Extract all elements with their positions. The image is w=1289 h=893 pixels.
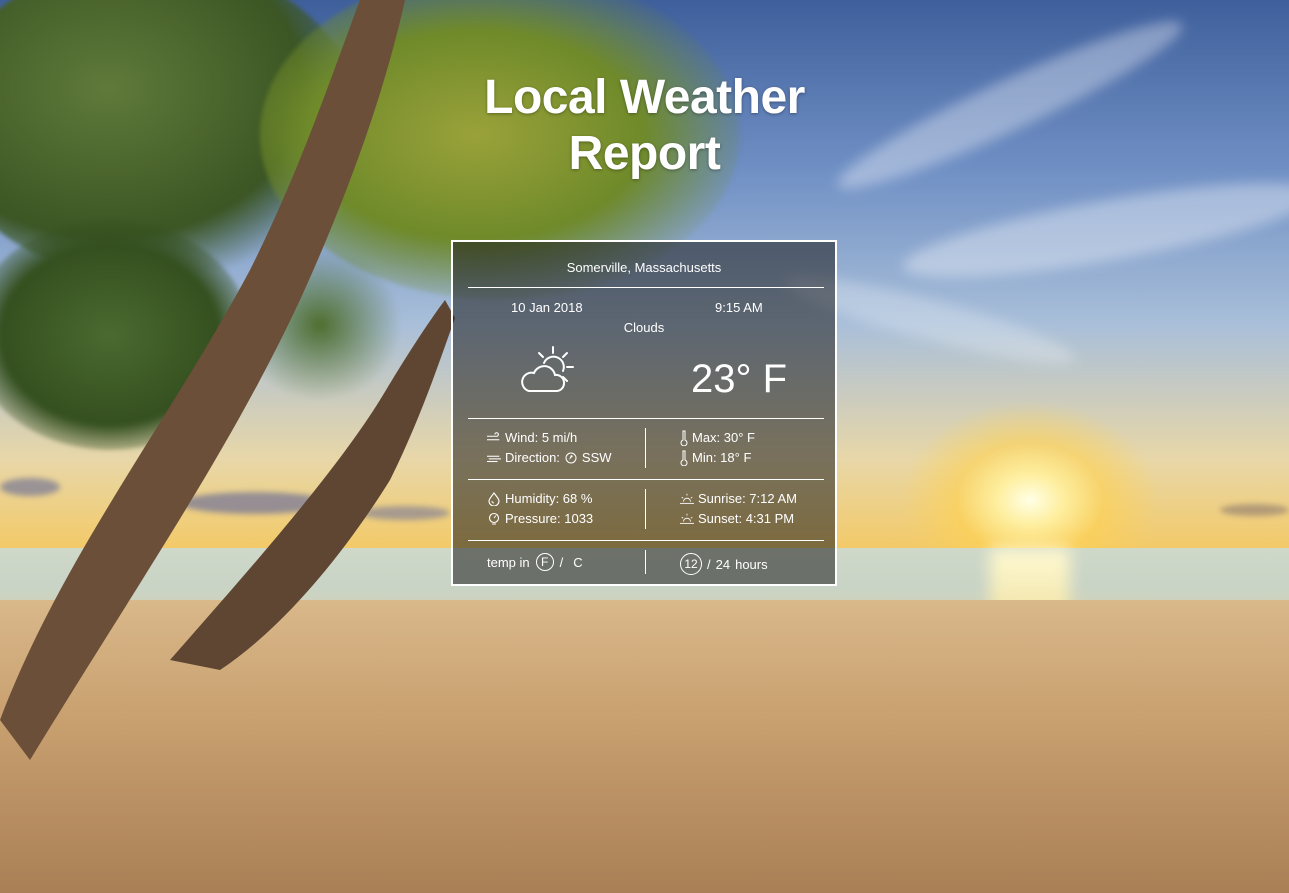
time: 9:15 AM <box>715 300 763 315</box>
pressure-row: Pressure: 1033 <box>487 511 593 526</box>
hour-format-label: hours <box>735 556 768 572</box>
temp-unit-toggle: temp in F / C <box>487 553 583 571</box>
hour-format-toggle: 12 / 24 hours <box>680 553 768 575</box>
hour-format-separator: / <box>707 556 711 572</box>
wind-row: Wind: 5 mi/h <box>487 430 577 445</box>
pressure: Pressure: 1033 <box>505 511 594 526</box>
thermometer-icon <box>680 430 688 446</box>
celsius-button[interactable]: C <box>573 555 582 570</box>
wind-direction-icon <box>487 451 501 465</box>
min-temp: Min: 18° F <box>692 450 752 465</box>
sunrise-icon <box>680 492 694 506</box>
humidity: Humidity: 68 % <box>505 491 593 506</box>
sunrise-row: Sunrise: 7:12 AM <box>680 491 797 506</box>
humidity-icon <box>487 491 501 506</box>
weather-condition: Clouds <box>623 320 665 335</box>
page-title-line1: Local Weather <box>484 71 805 124</box>
wind-icon <box>487 431 501 445</box>
thermometer-icon <box>680 450 688 466</box>
divider <box>468 418 824 419</box>
weather-card: Somerville, Massachusetts 10 Jan 2018 9:… <box>451 240 837 586</box>
sunset-row: Sunset: 4:31 PM <box>680 511 794 526</box>
sunrise: Sunrise: 7:12 AM <box>698 491 797 506</box>
compass-icon <box>564 451 578 465</box>
divider <box>468 287 824 288</box>
max-temp: Max: 30° F <box>692 430 755 445</box>
divider <box>645 428 646 468</box>
12-hour-button[interactable]: 12 <box>680 553 702 575</box>
min-temp-row: Min: 18° F <box>680 450 752 466</box>
divider <box>645 550 646 574</box>
location: Somerville, Massachusetts <box>566 260 722 275</box>
direction-value: SSW <box>581 450 612 465</box>
divider <box>468 479 824 480</box>
sunset: Sunset: 4:31 PM <box>698 511 795 526</box>
pressure-icon <box>487 512 501 526</box>
temp-unit-separator: / <box>559 554 564 570</box>
temp-unit-label: temp in <box>487 554 530 570</box>
date: 10 Jan 2018 <box>511 300 583 315</box>
sunset-icon <box>680 512 694 526</box>
divider <box>645 489 646 529</box>
direction-label: Direction: <box>505 450 560 465</box>
partly-cloudy-icon <box>517 345 579 400</box>
page-title-line2: Report <box>568 127 721 180</box>
humidity-row: Humidity: 68 % <box>487 491 592 506</box>
direction-row: Direction: SSW <box>487 450 612 465</box>
page-title: Local Weather Report <box>0 70 1289 182</box>
temperature: 23° F <box>691 357 788 401</box>
max-temp-row: Max: 30° F <box>680 430 755 446</box>
wind-speed: Wind: 5 mi/h <box>505 430 578 445</box>
24-hour-button[interactable]: 24 <box>716 557 730 572</box>
fahrenheit-button[interactable]: F <box>535 553 554 571</box>
divider <box>468 540 824 541</box>
